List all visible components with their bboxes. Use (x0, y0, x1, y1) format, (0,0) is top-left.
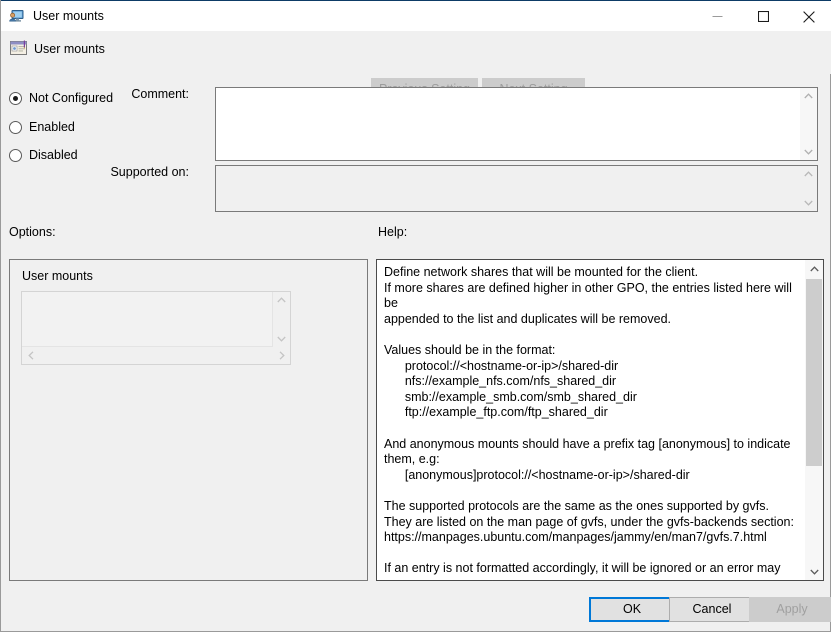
comment-label: Comment: (131, 87, 189, 101)
help-scrollbar[interactable] (805, 260, 823, 580)
ok-button[interactable]: OK (589, 597, 675, 622)
scroll-up-icon[interactable] (273, 292, 290, 308)
radio-enabled-label: Enabled (29, 120, 75, 134)
title-bar: User mounts (1, 0, 831, 31)
maximize-button[interactable] (740, 1, 786, 32)
user-mounts-listbox[interactable] (21, 291, 291, 365)
comment-scrollbar[interactable] (800, 88, 817, 160)
scroll-up-icon[interactable] (800, 166, 817, 182)
scroll-up-icon[interactable] (805, 260, 823, 277)
window-controls (694, 1, 831, 32)
minimize-button[interactable] (694, 1, 740, 32)
radio-disabled-label: Disabled (29, 148, 78, 162)
user-monitor-icon (9, 8, 25, 24)
help-section-label: Help: (378, 225, 408, 239)
scroll-down-icon[interactable] (800, 144, 817, 160)
scroll-down-icon[interactable] (805, 563, 823, 580)
help-text: Define network shares that will be mount… (384, 265, 794, 580)
scroll-down-icon[interactable] (273, 331, 290, 347)
setting-name: User mounts (34, 42, 105, 56)
supported-on-label: Supported on: (110, 165, 189, 179)
close-button[interactable] (786, 1, 831, 32)
scroll-left-icon[interactable] (22, 347, 39, 364)
user-mounts-horizontal-scrollbar[interactable] (22, 347, 290, 364)
setting-header: User mounts Previous Setting Next Settin… (1, 31, 831, 101)
help-scroll-thumb[interactable] (806, 279, 822, 466)
apply-button[interactable]: Apply (749, 597, 831, 622)
radio-not-configured-mark (9, 91, 22, 105)
supported-on-field (215, 165, 818, 212)
help-panel: Define network shares that will be mount… (376, 259, 824, 581)
policy-setting-icon (10, 40, 27, 57)
user-mounts-vertical-scrollbar[interactable] (273, 292, 290, 347)
options-panel: User mounts (9, 259, 368, 581)
options-item-label: User mounts (22, 269, 93, 283)
cancel-button[interactable]: Cancel (669, 597, 755, 622)
scroll-right-icon[interactable] (273, 347, 290, 364)
policy-setting-dialog: User mounts User mounts Not Configured E… (0, 0, 831, 632)
window-title: User mounts (33, 9, 104, 23)
comment-input[interactable] (215, 87, 818, 161)
radio-disabled-mark (9, 148, 22, 162)
scroll-up-icon[interactable] (800, 88, 817, 104)
radio-enabled-mark (9, 120, 22, 134)
user-mounts-list-area[interactable] (22, 292, 273, 347)
radio-enabled[interactable]: Enabled (9, 118, 75, 136)
supported-on-scrollbar[interactable] (800, 166, 817, 211)
options-section-label: Options: (9, 225, 56, 239)
scroll-down-icon[interactable] (800, 195, 817, 211)
radio-disabled[interactable]: Disabled (9, 146, 78, 164)
